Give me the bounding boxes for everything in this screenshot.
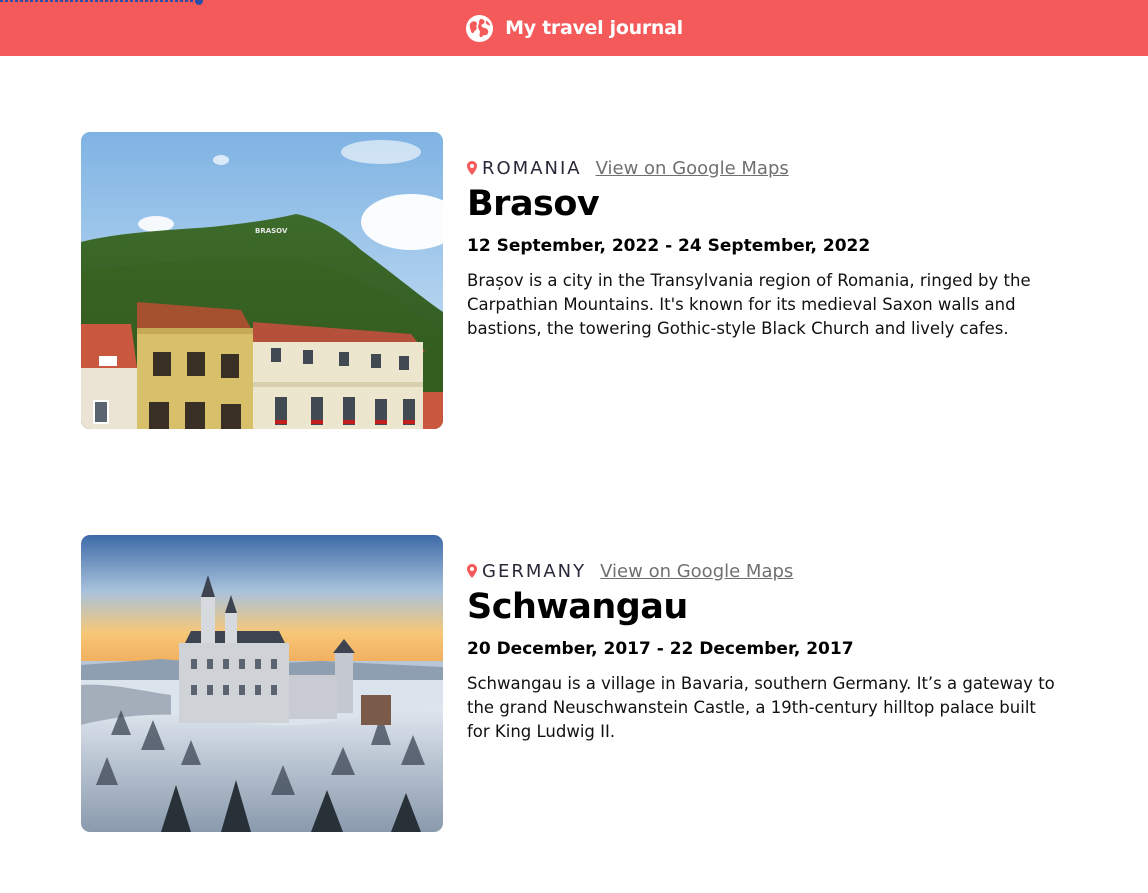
trip-dates: 20 December, 2017 - 22 December, 2017 bbox=[467, 639, 854, 659]
entry-details: ROMANIA View on Google Maps Brasov 12 Se… bbox=[467, 132, 1067, 429]
country-label: GERMANY bbox=[482, 560, 587, 582]
entry-photo-brasov: BRASOV bbox=[81, 132, 443, 429]
trip-dates: 12 September, 2022 - 24 September, 2022 bbox=[467, 236, 871, 256]
place-description: Brașov is a city in the Transylvania reg… bbox=[467, 271, 1031, 338]
entry-details: GERMANY View on Google Maps Schwangau 20… bbox=[467, 535, 1067, 832]
location-pin-icon bbox=[467, 161, 477, 175]
place-description: Schwangau is a village in Bavaria, south… bbox=[467, 674, 1055, 741]
journal-entry: GERMANY View on Google Maps Schwangau 20… bbox=[81, 535, 1067, 832]
place-title: Brasov bbox=[467, 184, 600, 224]
brand: My travel journal bbox=[465, 14, 683, 43]
country-label: ROMANIA bbox=[482, 157, 582, 179]
globe-icon bbox=[466, 14, 494, 42]
google-maps-link[interactable]: View on Google Maps bbox=[600, 561, 793, 582]
loading-indicator bbox=[0, 0, 200, 2]
location-row: ROMANIA View on Google Maps bbox=[467, 156, 1067, 180]
google-maps-link[interactable]: View on Google Maps bbox=[596, 158, 789, 179]
app-header: My travel journal bbox=[0, 0, 1148, 56]
loading-indicator-dot bbox=[195, 0, 203, 5]
svg-text:BRASOV: BRASOV bbox=[255, 227, 288, 235]
app-title: My travel journal bbox=[505, 17, 683, 39]
location-row: GERMANY View on Google Maps bbox=[467, 559, 1067, 583]
location-pin-icon bbox=[467, 564, 477, 578]
hillside-sign: BRASOV bbox=[255, 227, 288, 235]
entry-photo-schwangau bbox=[81, 535, 443, 832]
place-title: Schwangau bbox=[467, 587, 688, 627]
journal-entry: BRASOV ROMANIA View on Google Maps Braso… bbox=[81, 132, 1067, 429]
